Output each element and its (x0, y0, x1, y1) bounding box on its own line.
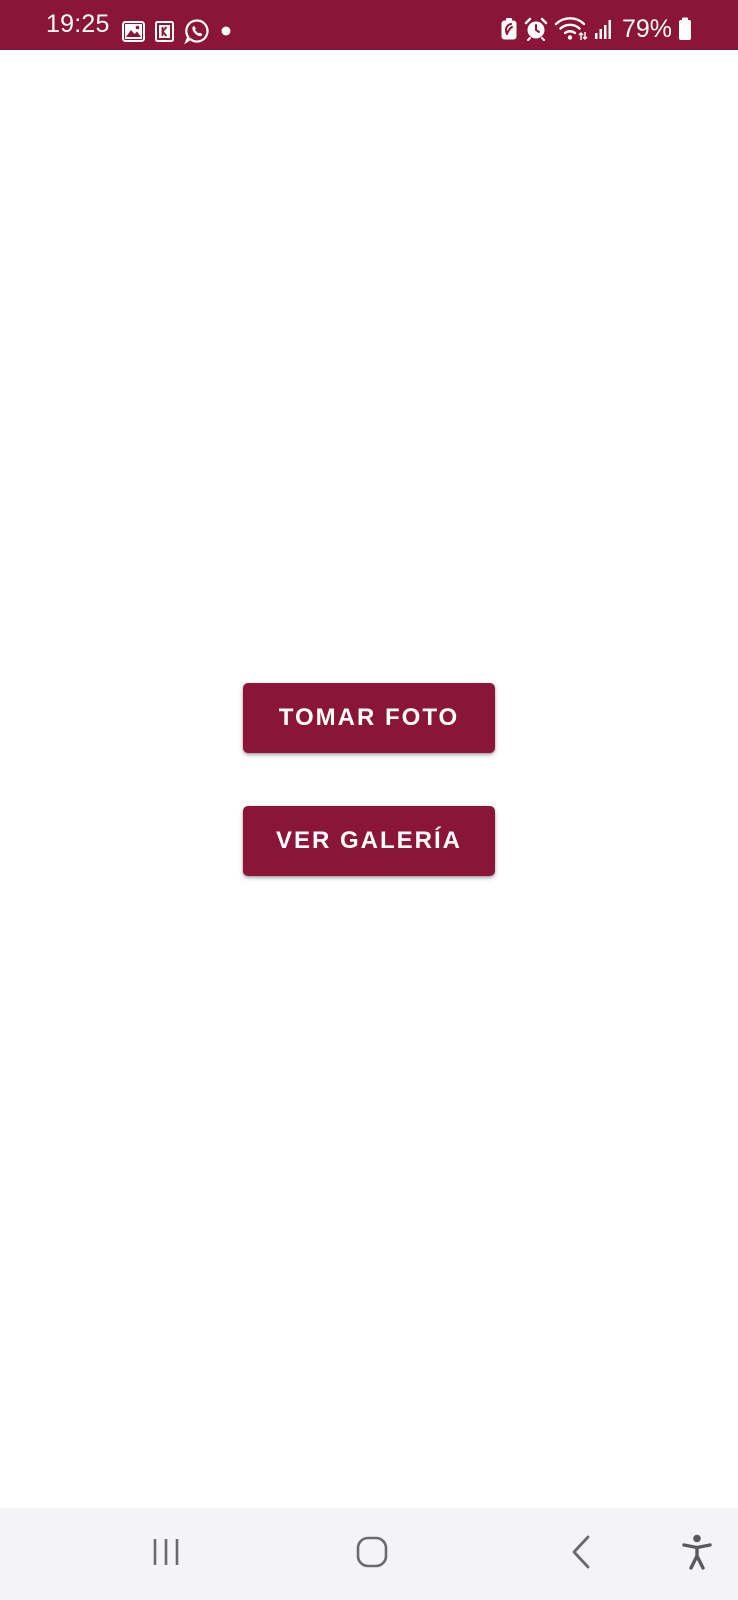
app-screen: 19:25 79% TOMAR FOTO VER GALERÍA (0, 0, 738, 1600)
accessibility-icon (682, 1534, 712, 1575)
home-button[interactable] (336, 1508, 408, 1600)
app-notification-icon (155, 20, 174, 42)
home-icon (355, 1535, 389, 1574)
alarm-icon (524, 17, 548, 41)
battery-percent: 79% (621, 15, 672, 43)
take-photo-button[interactable]: TOMAR FOTO (243, 683, 495, 753)
battery-saver-icon (500, 17, 518, 41)
dot-icon (220, 25, 232, 37)
whatsapp-icon (184, 18, 210, 44)
status-time: 19:25 (46, 10, 110, 38)
accessibility-button[interactable] (666, 1508, 728, 1600)
wifi-icon (554, 16, 588, 42)
recents-icon (150, 1537, 182, 1572)
view-gallery-button[interactable]: VER GALERÍA (243, 806, 495, 876)
back-icon (569, 1534, 593, 1575)
back-button[interactable] (545, 1508, 617, 1600)
battery-icon (678, 17, 692, 41)
signal-icon (594, 18, 614, 40)
gallery-icon (122, 20, 145, 42)
status-bar: 19:25 79% (0, 0, 738, 50)
notification-icons (122, 18, 232, 44)
system-icons: 79% (500, 14, 738, 44)
recents-button[interactable] (130, 1508, 202, 1600)
navigation-bar (0, 1508, 738, 1600)
